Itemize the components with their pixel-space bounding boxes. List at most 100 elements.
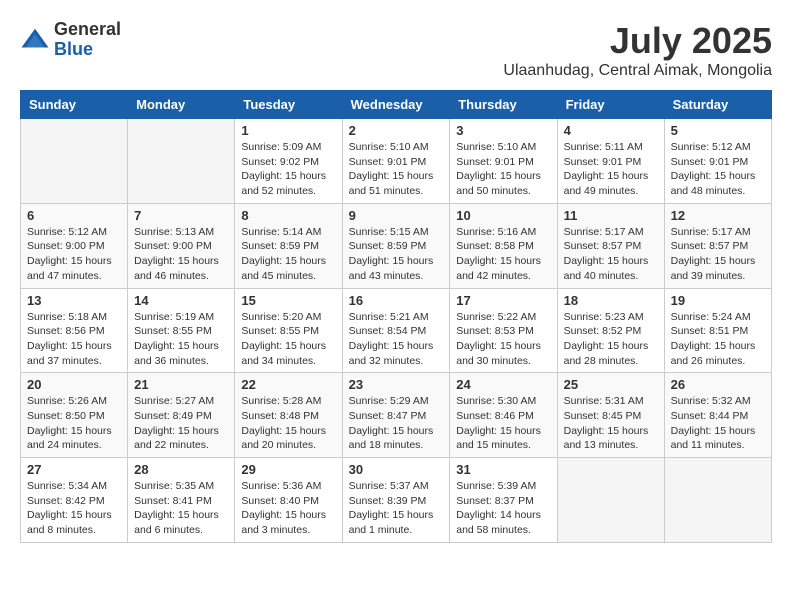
day-number: 7: [134, 208, 228, 223]
calendar-cell: 19Sunrise: 5:24 AM Sunset: 8:51 PM Dayli…: [664, 288, 771, 373]
calendar-cell: 2 Sunrise: 5:10 AM Sunset: 9:01 PM Daylig…: [342, 119, 450, 204]
weekday-header-monday: Monday: [128, 91, 235, 119]
calendar-cell: 22 Sunrise: 5:28 AM Sunset: 8:48 PM Dayli…: [235, 373, 342, 458]
day-info: Sunrise: 5:10 AM Sunset: 9:01 PM Dayligh…: [456, 140, 550, 199]
day-number: 28: [134, 462, 228, 477]
day-number: 15: [241, 293, 335, 308]
day-info: Sunrise: 5:12 AM Sunset: 9:00 PM Dayligh…: [27, 225, 121, 284]
calendar-week-5: 27Sunrise: 5:34 AM Sunset: 8:42 PM Dayli…: [21, 458, 772, 543]
day-number: 25: [564, 377, 658, 392]
day-info: Sunrise: 5:09 AM Sunset: 9:02 PM Dayligh…: [241, 140, 335, 199]
weekday-header-sunday: Sunday: [21, 91, 128, 119]
day-number: 22: [241, 377, 335, 392]
day-info: Sunrise: 5:16 AM Sunset: 8:58 PM Dayligh…: [456, 225, 550, 284]
calendar-cell: 23 Sunrise: 5:29 AM Sunset: 8:47 PM Dayli…: [342, 373, 450, 458]
calendar-cell: 4 Sunrise: 5:11 AM Sunset: 9:01 PM Daylig…: [557, 119, 664, 204]
day-info: Sunrise: 5:13 AM Sunset: 9:00 PM Dayligh…: [134, 225, 228, 284]
title-block: July 2025 Ulaanhudag, Central Aimak, Mon…: [503, 20, 772, 80]
day-info: Sunrise: 5:36 AM Sunset: 8:40 PM Dayligh…: [241, 479, 335, 538]
calendar-cell: 14Sunrise: 5:19 AM Sunset: 8:55 PM Dayli…: [128, 288, 235, 373]
day-info: Sunrise: 5:12 AM Sunset: 9:01 PM Dayligh…: [671, 140, 765, 199]
weekday-header-tuesday: Tuesday: [235, 91, 342, 119]
calendar-week-3: 13Sunrise: 5:18 AM Sunset: 8:56 PM Dayli…: [21, 288, 772, 373]
day-info: Sunrise: 5:23 AM Sunset: 8:52 PM Dayligh…: [564, 310, 658, 369]
logo-text: General Blue: [54, 20, 121, 60]
day-number: 10: [456, 208, 550, 223]
day-number: 9: [349, 208, 444, 223]
day-info: Sunrise: 5:15 AM Sunset: 8:59 PM Dayligh…: [349, 225, 444, 284]
day-number: 5: [671, 123, 765, 138]
calendar-cell: 16 Sunrise: 5:21 AM Sunset: 8:54 PM Dayli…: [342, 288, 450, 373]
calendar-cell: 31 Sunrise: 5:39 AM Sunset: 8:37 PM Dayli…: [450, 458, 557, 543]
day-number: 4: [564, 123, 658, 138]
calendar-cell: [128, 119, 235, 204]
day-number: 13: [27, 293, 121, 308]
calendar-cell: 6Sunrise: 5:12 AM Sunset: 9:00 PM Daylig…: [21, 203, 128, 288]
calendar-cell: 18 Sunrise: 5:23 AM Sunset: 8:52 PM Dayli…: [557, 288, 664, 373]
weekday-header-thursday: Thursday: [450, 91, 557, 119]
weekday-header-wednesday: Wednesday: [342, 91, 450, 119]
day-number: 12: [671, 208, 765, 223]
day-info: Sunrise: 5:39 AM Sunset: 8:37 PM Dayligh…: [456, 479, 550, 538]
day-info: Sunrise: 5:10 AM Sunset: 9:01 PM Dayligh…: [349, 140, 444, 199]
day-info: Sunrise: 5:26 AM Sunset: 8:50 PM Dayligh…: [27, 394, 121, 453]
calendar-week-2: 6Sunrise: 5:12 AM Sunset: 9:00 PM Daylig…: [21, 203, 772, 288]
calendar-cell: 11 Sunrise: 5:17 AM Sunset: 8:57 PM Dayli…: [557, 203, 664, 288]
day-number: 18: [564, 293, 658, 308]
calendar-cell: 5 Sunrise: 5:12 AM Sunset: 9:01 PM Daylig…: [664, 119, 771, 204]
day-info: Sunrise: 5:17 AM Sunset: 8:57 PM Dayligh…: [671, 225, 765, 284]
day-info: Sunrise: 5:35 AM Sunset: 8:41 PM Dayligh…: [134, 479, 228, 538]
calendar-cell: 28 Sunrise: 5:35 AM Sunset: 8:41 PM Dayli…: [128, 458, 235, 543]
day-info: Sunrise: 5:21 AM Sunset: 8:54 PM Dayligh…: [349, 310, 444, 369]
day-info: Sunrise: 5:37 AM Sunset: 8:39 PM Dayligh…: [349, 479, 444, 538]
day-info: Sunrise: 5:17 AM Sunset: 8:57 PM Dayligh…: [564, 225, 658, 284]
day-info: Sunrise: 5:29 AM Sunset: 8:47 PM Dayligh…: [349, 394, 444, 453]
day-number: 31: [456, 462, 550, 477]
calendar-cell: [557, 458, 664, 543]
day-number: 16: [349, 293, 444, 308]
calendar-week-4: 20 Sunrise: 5:26 AM Sunset: 8:50 PM Dayli…: [21, 373, 772, 458]
day-number: 20: [27, 377, 121, 392]
day-number: 1: [241, 123, 335, 138]
calendar-cell: [664, 458, 771, 543]
day-info: Sunrise: 5:28 AM Sunset: 8:48 PM Dayligh…: [241, 394, 335, 453]
day-number: 29: [241, 462, 335, 477]
page-header: General Blue July 2025 Ulaanhudag, Centr…: [20, 20, 772, 80]
calendar-cell: 1 Sunrise: 5:09 AM Sunset: 9:02 PM Daylig…: [235, 119, 342, 204]
day-info: Sunrise: 5:32 AM Sunset: 8:44 PM Dayligh…: [671, 394, 765, 453]
calendar-cell: 29 Sunrise: 5:36 AM Sunset: 8:40 PM Dayli…: [235, 458, 342, 543]
day-number: 23: [349, 377, 444, 392]
day-number: 30: [349, 462, 444, 477]
calendar-cell: 30 Sunrise: 5:37 AM Sunset: 8:39 PM Dayli…: [342, 458, 450, 543]
weekday-header-friday: Friday: [557, 91, 664, 119]
calendar-cell: 15Sunrise: 5:20 AM Sunset: 8:55 PM Dayli…: [235, 288, 342, 373]
calendar-cell: [21, 119, 128, 204]
calendar-cell: 9 Sunrise: 5:15 AM Sunset: 8:59 PM Daylig…: [342, 203, 450, 288]
day-info: Sunrise: 5:27 AM Sunset: 8:49 PM Dayligh…: [134, 394, 228, 453]
calendar-week-1: 1 Sunrise: 5:09 AM Sunset: 9:02 PM Daylig…: [21, 119, 772, 204]
day-number: 8: [241, 208, 335, 223]
day-number: 14: [134, 293, 228, 308]
calendar-cell: 8Sunrise: 5:14 AM Sunset: 8:59 PM Daylig…: [235, 203, 342, 288]
logo-icon: [20, 25, 50, 55]
calendar-cell: 27Sunrise: 5:34 AM Sunset: 8:42 PM Dayli…: [21, 458, 128, 543]
calendar-cell: 17Sunrise: 5:22 AM Sunset: 8:53 PM Dayli…: [450, 288, 557, 373]
calendar-table: SundayMondayTuesdayWednesdayThursdayFrid…: [20, 90, 772, 543]
weekday-header-row: SundayMondayTuesdayWednesdayThursdayFrid…: [21, 91, 772, 119]
logo-blue-text: Blue: [54, 40, 121, 60]
calendar-cell: 21Sunrise: 5:27 AM Sunset: 8:49 PM Dayli…: [128, 373, 235, 458]
day-number: 26: [671, 377, 765, 392]
month-year-title: July 2025: [503, 20, 772, 62]
day-number: 24: [456, 377, 550, 392]
day-info: Sunrise: 5:24 AM Sunset: 8:51 PM Dayligh…: [671, 310, 765, 369]
calendar-cell: 25 Sunrise: 5:31 AM Sunset: 8:45 PM Dayli…: [557, 373, 664, 458]
calendar-cell: 20 Sunrise: 5:26 AM Sunset: 8:50 PM Dayli…: [21, 373, 128, 458]
day-info: Sunrise: 5:11 AM Sunset: 9:01 PM Dayligh…: [564, 140, 658, 199]
location-subtitle: Ulaanhudag, Central Aimak, Mongolia: [503, 62, 772, 80]
day-info: Sunrise: 5:31 AM Sunset: 8:45 PM Dayligh…: [564, 394, 658, 453]
day-number: 11: [564, 208, 658, 223]
day-info: Sunrise: 5:22 AM Sunset: 8:53 PM Dayligh…: [456, 310, 550, 369]
logo: General Blue: [20, 20, 121, 60]
day-number: 2: [349, 123, 444, 138]
weekday-header-saturday: Saturday: [664, 91, 771, 119]
